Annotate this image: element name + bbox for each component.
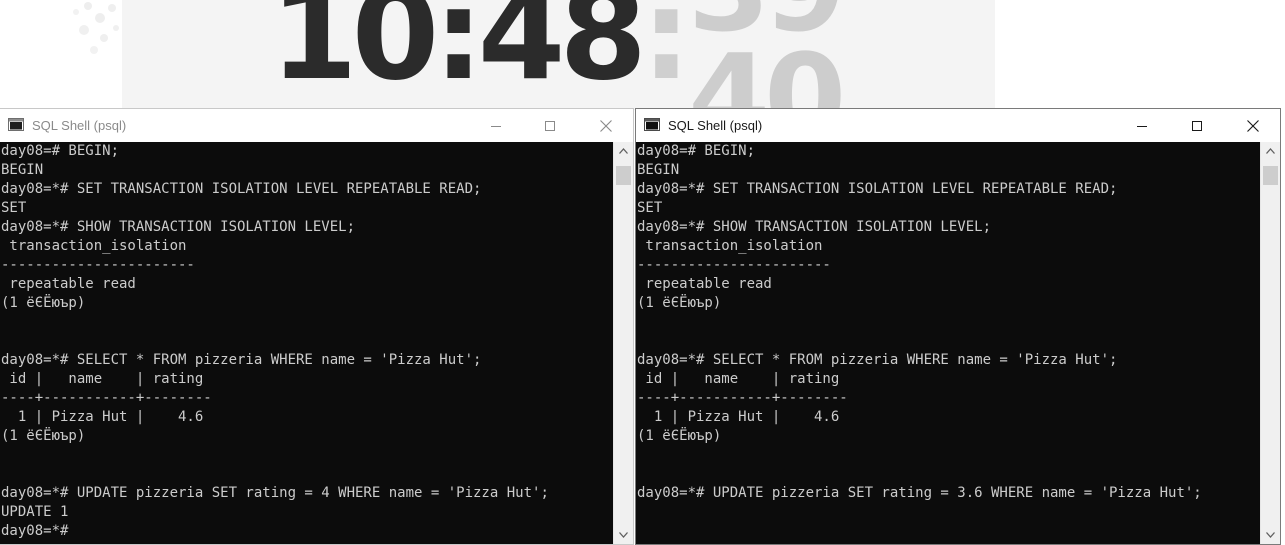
console-line: repeatable read bbox=[1, 276, 136, 292]
desktop-clock: 10:48: bbox=[270, 0, 692, 110]
vertical-scrollbar[interactable] bbox=[613, 142, 633, 544]
chevron-up-icon bbox=[619, 148, 628, 154]
console-app-icon bbox=[8, 118, 24, 131]
console-line: (1 ёЄЁюър) bbox=[1, 428, 86, 444]
console-line: transaction_isolation bbox=[637, 238, 823, 254]
console-line: day08=# BEGIN; bbox=[637, 143, 756, 159]
console-line: transaction_isolation bbox=[1, 238, 187, 254]
console-output[interactable]: day08=# BEGIN; BEGIN day08=*# SET TRANSACT… bbox=[636, 142, 1260, 544]
scroll-down-button[interactable] bbox=[614, 526, 633, 544]
window-title: SQL Shell (psql) bbox=[32, 118, 127, 133]
console-line: 1 | Pizza Hut | 4.6 bbox=[637, 409, 840, 425]
console-line: ----+-----------+-------- bbox=[1, 390, 212, 406]
console-line: (1 ёЄЁюър) bbox=[1, 295, 86, 311]
clock-hours-minutes: 10:48 bbox=[270, 0, 647, 108]
chevron-down-icon bbox=[1266, 532, 1275, 538]
console-line: BEGIN bbox=[637, 162, 680, 178]
minimize-icon bbox=[491, 125, 501, 127]
console-line: UPDATE 1 bbox=[1, 504, 69, 520]
console-line: day08=*# SELECT * FROM pizzeria WHERE na… bbox=[1, 352, 482, 368]
console-line: ----+-----------+-------- bbox=[637, 390, 848, 406]
console-line: 1 | Pizza Hut | 4.6 bbox=[1, 409, 204, 425]
clock-seconds-next: 40 bbox=[688, 28, 841, 110]
minimize-icon bbox=[1137, 125, 1147, 127]
maximize-button[interactable] bbox=[527, 109, 573, 142]
console-output[interactable]: day08=# BEGIN; BEGIN day08=*# SET TRANSACT… bbox=[0, 142, 613, 544]
close-icon bbox=[600, 119, 612, 132]
scroll-up-button[interactable] bbox=[614, 142, 633, 160]
console-line: ----------------------- bbox=[1, 257, 195, 273]
console-line: repeatable read bbox=[637, 276, 772, 292]
minimize-button[interactable] bbox=[1119, 109, 1165, 142]
console-line: (1 ёЄЁюър) bbox=[637, 295, 722, 311]
maximize-icon bbox=[545, 120, 555, 131]
minimize-button[interactable] bbox=[473, 109, 519, 142]
console-line: day08=*# UPDATE pizzeria SET rating = 4 … bbox=[1, 485, 549, 501]
sql-shell-window-left[interactable]: SQL Shell (psql) day08=# BEGIN; BEGIN day0… bbox=[0, 108, 634, 545]
scroll-down-button[interactable] bbox=[1261, 526, 1280, 544]
console-line: day08=*# SET TRANSACTION ISOLATION LEVEL… bbox=[637, 181, 1118, 197]
vertical-scrollbar[interactable] bbox=[1260, 142, 1280, 544]
scroll-thumb[interactable] bbox=[616, 166, 631, 185]
maximize-icon bbox=[1192, 120, 1202, 131]
scroll-up-button[interactable] bbox=[1261, 142, 1280, 160]
wallpaper-left-area bbox=[0, 0, 122, 110]
clock-seconds: 39 40 bbox=[688, 0, 847, 110]
console-line: day08=*# SHOW TRANSACTION ISOLATION LEVE… bbox=[637, 219, 992, 235]
wallpaper-dots bbox=[73, 2, 119, 54]
console-line: BEGIN bbox=[1, 162, 44, 178]
console-line: day08=*# UPDATE pizzeria SET rating = 3.… bbox=[637, 485, 1202, 501]
console-line: SET bbox=[1, 200, 27, 216]
console-line: day08=*# SELECT * FROM pizzeria WHERE na… bbox=[637, 352, 1118, 368]
scroll-thumb[interactable] bbox=[1263, 166, 1278, 185]
console-line: SET bbox=[637, 200, 663, 216]
titlebar[interactable]: SQL Shell (psql) bbox=[636, 109, 1280, 142]
titlebar[interactable]: SQL Shell (psql) bbox=[0, 109, 633, 142]
chevron-down-icon bbox=[619, 532, 628, 538]
clock-separator: : bbox=[641, 0, 691, 108]
sql-shell-window-right[interactable]: SQL Shell (psql) day08=# BEGIN; BEGIN day0… bbox=[635, 108, 1281, 545]
maximize-button[interactable] bbox=[1174, 109, 1220, 142]
console-app-icon bbox=[644, 118, 660, 131]
console-line: ----------------------- bbox=[637, 257, 831, 273]
console-line: id | name | rating bbox=[1, 371, 204, 387]
console-line: (1 ёЄЁюър) bbox=[637, 428, 722, 444]
close-button[interactable] bbox=[583, 109, 629, 142]
chevron-up-icon bbox=[1266, 148, 1275, 154]
console-line: day08=*# SET TRANSACTION ISOLATION LEVEL… bbox=[1, 181, 482, 197]
close-button[interactable] bbox=[1230, 109, 1276, 142]
console-line: id | name | rating bbox=[637, 371, 840, 387]
console-line: day08=*# bbox=[1, 523, 69, 539]
window-title: SQL Shell (psql) bbox=[668, 118, 763, 133]
console-line: day08=# BEGIN; bbox=[1, 143, 120, 159]
console-line: day08=*# SHOW TRANSACTION ISOLATION LEVE… bbox=[1, 219, 356, 235]
close-icon bbox=[1247, 119, 1259, 132]
